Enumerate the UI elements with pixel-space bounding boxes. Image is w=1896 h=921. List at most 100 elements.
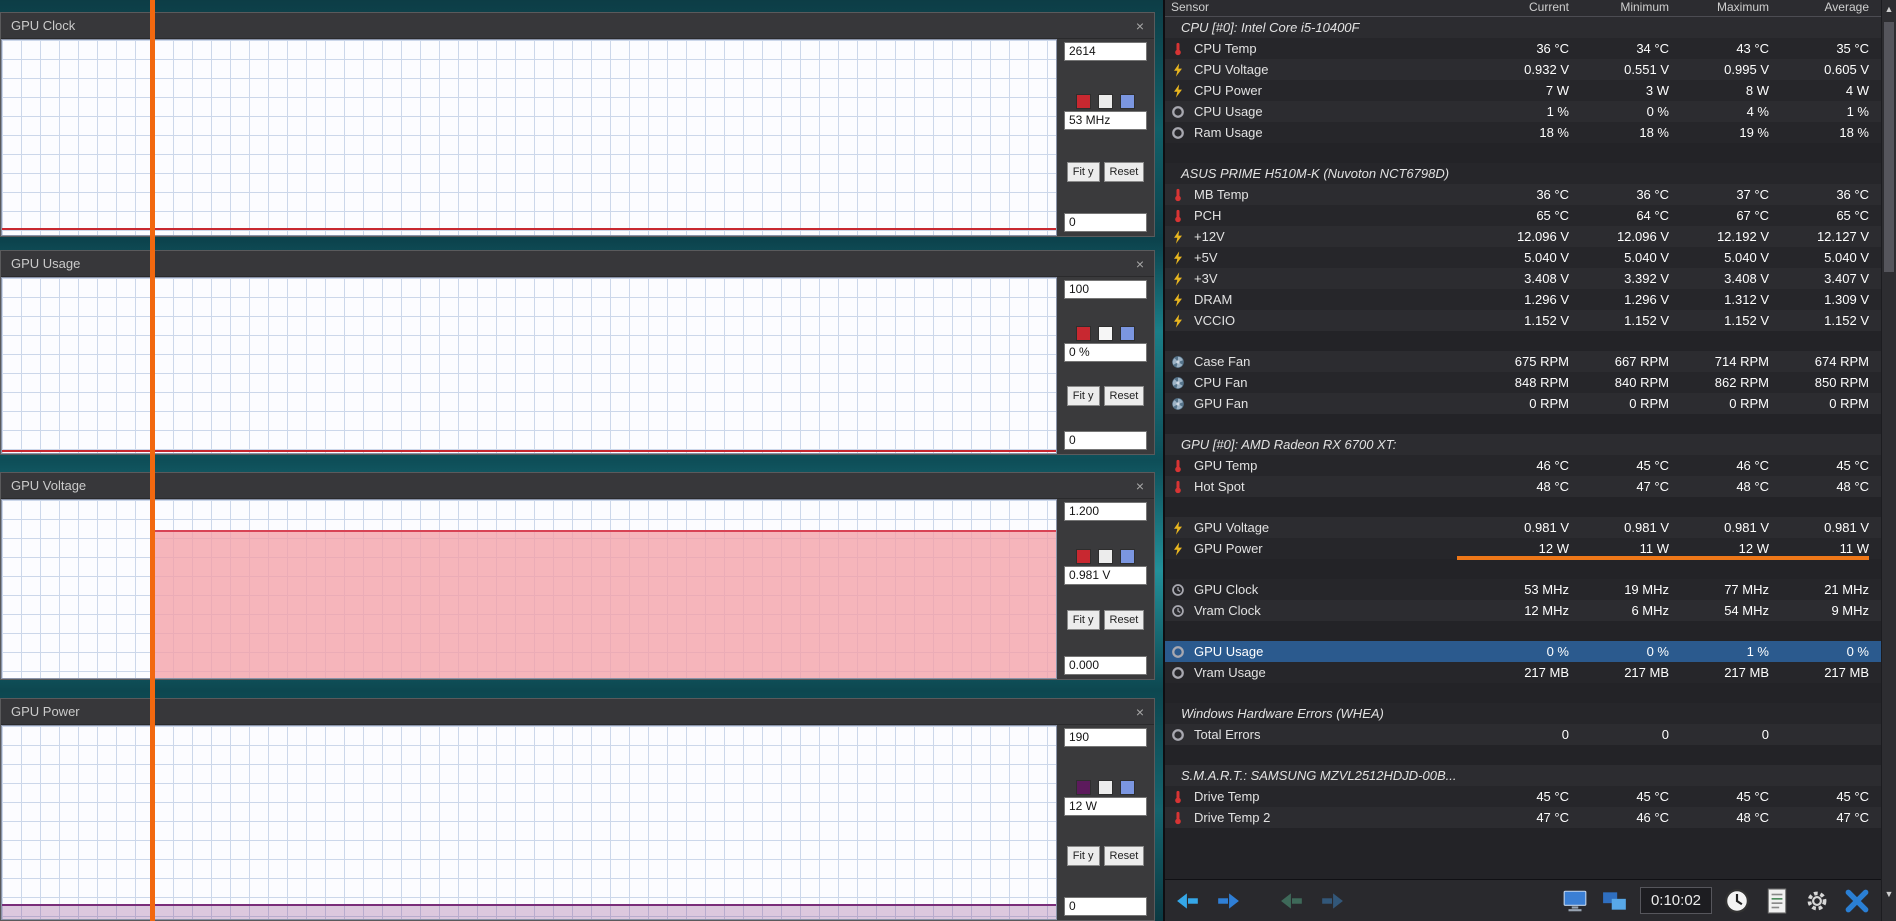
fit-y-button[interactable]: Fit y [1066,161,1100,182]
sensor-row[interactable]: CPU Voltage 0.932 V 0.551 V 0.995 V 0.605 V [1165,59,1881,80]
sensor-row[interactable]: Drive Temp 2 47 °C 46 °C 48 °C 47 °C [1165,807,1881,828]
sensor-label: Total Errors [1194,727,1261,742]
background-color-swatch[interactable] [1098,325,1113,341]
fit-y-button[interactable]: Fit y [1066,846,1100,867]
sensor-row[interactable]: +12V 12.096 V 12.096 V 12.192 V 12.127 V [1165,226,1881,247]
series-color-swatch[interactable] [1076,779,1091,795]
sensor-row[interactable]: GPU Temp 46 °C 45 °C 46 °C 45 °C [1165,455,1881,476]
reset-button[interactable]: Reset [1103,846,1145,867]
sensor-row[interactable]: +5V 5.040 V 5.040 V 5.040 V 5.040 V [1165,247,1881,268]
sensor-row[interactable]: CPU Power 7 W 3 W 8 W 4 W [1165,80,1881,101]
graph-titlebar[interactable]: GPU Power × [1,699,1154,725]
close-icon[interactable]: × [1136,257,1144,271]
sensor-group-header[interactable]: CPU [#0]: Intel Core i5-10400F [1165,17,1881,38]
sensor-row[interactable]: Total Errors 0 0 0 [1165,724,1881,745]
sensor-group-header[interactable]: S.M.A.R.T.: SAMSUNG MZVL2512HDJD-00B... [1165,765,1881,786]
history-back-button[interactable] [1173,887,1203,915]
sensor-label: PCH [1194,208,1222,223]
column-header-minimum[interactable]: Minimum [1569,0,1669,14]
sensor-group-header[interactable]: ASUS PRIME H510M-K (Nuvoton NCT6798D) [1165,163,1881,184]
scroll-down-icon[interactable]: ▼ [1882,887,1896,901]
main-window-button[interactable] [1560,887,1590,915]
remote-monitor-button[interactable] [1600,887,1630,915]
sensor-label: GPU Fan [1194,396,1249,411]
y-max-field[interactable]: 2614 [1064,42,1147,61]
volt-icon [1171,541,1185,556]
y-min-field[interactable]: 0.000 [1064,656,1147,676]
scrollbar[interactable]: ▲ ▼ [1881,0,1896,921]
sensor-value: 45 °C [1736,789,1769,804]
sensor-row[interactable]: GPU Fan 0 RPM 0 RPM 0 RPM 0 RPM [1165,393,1881,414]
series-color-swatch[interactable] [1076,94,1091,110]
clock-icon[interactable] [1722,887,1752,915]
current-value: 12 W [1064,796,1147,816]
sensor-row[interactable]: Case Fan 675 RPM 667 RPM 714 RPM 674 RPM [1165,351,1881,372]
settings-gear-icon[interactable] [1802,887,1832,915]
y-max-field[interactable]: 100 [1064,280,1147,299]
sensor-row[interactable]: CPU Usage 1 % 0 % 4 % 1 % [1165,101,1881,122]
scroll-up-icon[interactable]: ▲ [1882,2,1896,16]
column-header-current[interactable]: Current [1469,0,1569,14]
sensor-value: 0.981 V [1524,520,1569,535]
graph-titlebar[interactable]: GPU Voltage × [1,473,1154,499]
sensor-group-header[interactable]: Windows Hardware Errors (WHEA) [1165,703,1881,724]
grid-color-swatch[interactable] [1120,548,1135,564]
y-min-field[interactable]: 0 [1064,431,1147,451]
jump-start-button[interactable] [1277,887,1307,915]
reset-button[interactable]: Reset [1103,610,1145,631]
graph-titlebar[interactable]: GPU Usage × [1,251,1154,277]
sensor-row[interactable]: CPU Fan 848 RPM 840 RPM 862 RPM 850 RPM [1165,372,1881,393]
grid-color-swatch[interactable] [1120,779,1135,795]
graph-titlebar[interactable]: GPU Clock × [1,13,1154,39]
column-header-sensor[interactable]: Sensor [1171,0,1469,14]
sensor-label: DRAM [1194,292,1233,307]
y-min-field[interactable]: 0 [1064,212,1147,232]
fit-y-button[interactable]: Fit y [1066,386,1100,407]
sensor-row[interactable]: CPU Temp 36 °C 34 °C 43 °C 35 °C [1165,38,1881,59]
sensor-row[interactable]: VCCIO 1.152 V 1.152 V 1.152 V 1.152 V [1165,310,1881,331]
column-header-average[interactable]: Average [1769,0,1869,14]
graph-title: GPU Power [11,704,80,719]
graph-sidebar: 2614 53 MHz Fit y Reset 0 [1057,39,1154,236]
column-header-maximum[interactable]: Maximum [1669,0,1769,14]
history-forward-button[interactable] [1213,887,1243,915]
series-color-swatch[interactable] [1076,325,1091,341]
sensor-value: 37 °C [1736,187,1769,202]
background-color-swatch[interactable] [1098,548,1113,564]
close-window-button[interactable] [1842,887,1872,915]
grid-color-swatch[interactable] [1120,325,1135,341]
fit-y-button[interactable]: Fit y [1066,610,1100,631]
temp-icon [1171,459,1185,473]
jump-end-button[interactable] [1317,887,1347,915]
sensor-row[interactable]: MB Temp 36 °C 36 °C 37 °C 36 °C [1165,184,1881,205]
sensor-group-header[interactable]: GPU [#0]: AMD Radeon RX 6700 XT: [1165,434,1881,455]
background-color-swatch[interactable] [1098,779,1113,795]
y-max-field[interactable]: 1.200 [1064,502,1147,521]
sensor-row[interactable]: +3V 3.408 V 3.392 V 3.408 V 3.407 V [1165,268,1881,289]
series-color-swatch[interactable] [1076,548,1091,564]
reset-button[interactable]: Reset [1103,386,1145,407]
sensor-row[interactable]: DRAM 1.296 V 1.296 V 1.312 V 1.309 V [1165,289,1881,310]
sensor-row[interactable]: GPU Usage 0 % 0 % 1 % 0 % [1165,641,1881,662]
sensor-value: 54 MHz [1724,603,1769,618]
sensor-row[interactable]: GPU Voltage 0.981 V 0.981 V 0.981 V 0.981 V [1165,517,1881,538]
sensor-row[interactable]: Vram Usage 217 MB 217 MB 217 MB 217 MB [1165,662,1881,683]
close-icon[interactable]: × [1136,705,1144,719]
sensor-row[interactable]: PCH 65 °C 64 °C 67 °C 65 °C [1165,205,1881,226]
y-min-field[interactable]: 0 [1064,897,1147,917]
close-icon[interactable]: × [1136,19,1144,33]
sensor-row[interactable]: GPU Clock 53 MHz 19 MHz 77 MHz 21 MHz [1165,579,1881,600]
sensor-row[interactable]: Drive Temp 45 °C 45 °C 45 °C 45 °C [1165,786,1881,807]
sensor-row[interactable]: GPU Power 12 W 11 W 12 W 11 W [1165,538,1881,560]
scrollbar-thumb[interactable] [1884,22,1894,272]
series-line [2,450,1056,452]
sensor-row[interactable]: Ram Usage 18 % 18 % 19 % 18 % [1165,122,1881,143]
y-max-field[interactable]: 190 [1064,728,1147,747]
background-color-swatch[interactable] [1098,94,1113,110]
report-icon[interactable] [1762,887,1792,915]
close-icon[interactable]: × [1136,479,1144,493]
sensor-row[interactable]: Hot Spot 48 °C 47 °C 48 °C 48 °C [1165,476,1881,497]
grid-color-swatch[interactable] [1120,94,1135,110]
sensor-row[interactable]: Vram Clock 12 MHz 6 MHz 54 MHz 9 MHz [1165,600,1881,621]
reset-button[interactable]: Reset [1103,161,1145,182]
